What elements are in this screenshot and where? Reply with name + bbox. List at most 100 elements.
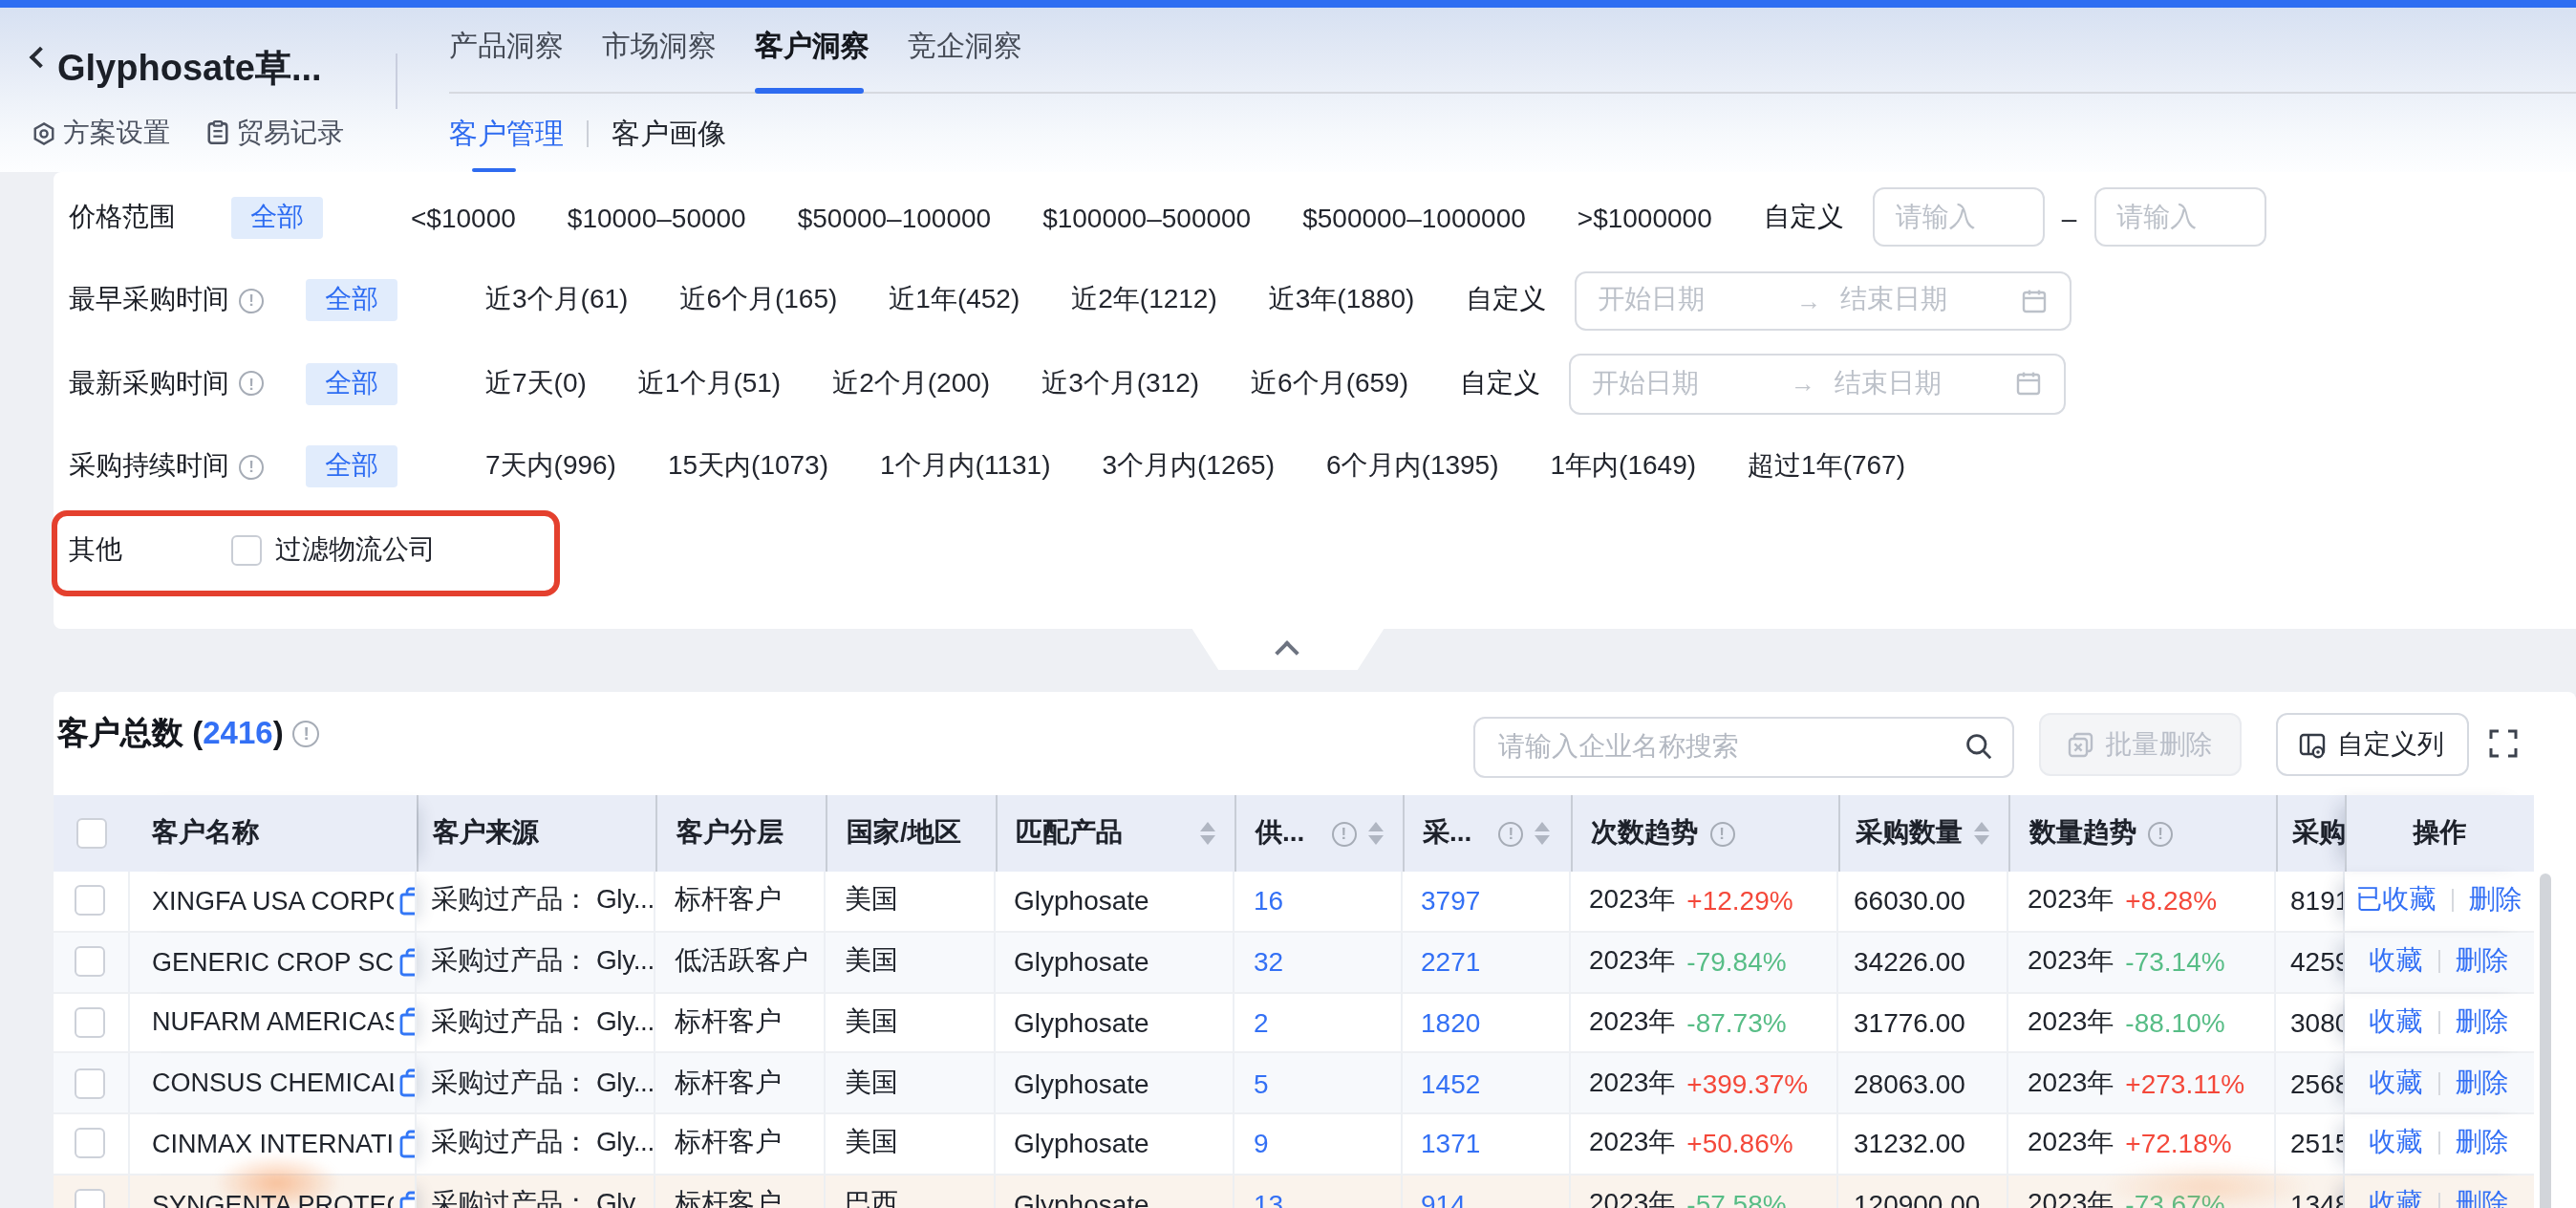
- fullscreen-icon[interactable]: [2488, 727, 2519, 758]
- records-count-link[interactable]: 1452: [1421, 1068, 1480, 1098]
- copy-icon[interactable]: [398, 887, 416, 916]
- col-header-suppliers[interactable]: 供...!: [1234, 795, 1402, 872]
- filter-option[interactable]: 近3年(1880): [1269, 284, 1415, 318]
- action-link[interactable]: 删除: [2456, 1187, 2509, 1208]
- row-checkbox[interactable]: [75, 1129, 106, 1159]
- action-link[interactable]: 收藏: [2370, 944, 2423, 979]
- sort-carets-icon[interactable]: [1535, 822, 1550, 845]
- col-header-qty[interactable]: 采购数量: [1838, 795, 2008, 872]
- filter-option[interactable]: $10000–50000: [568, 203, 746, 233]
- search-icon[interactable]: [1964, 732, 1993, 761]
- records-count-link[interactable]: 2271: [1421, 946, 1480, 977]
- sort-carets-icon[interactable]: [1974, 822, 1989, 845]
- copy-icon[interactable]: [398, 947, 416, 976]
- filter-option[interactable]: 7天内(996): [485, 450, 616, 485]
- date-range-picker[interactable]: 开始日期→结束日期: [1575, 270, 2071, 331]
- suppliers-count-link[interactable]: 32: [1254, 946, 1283, 977]
- filter-option[interactable]: 1个月内(1131): [880, 450, 1050, 485]
- suppliers-count-link[interactable]: 5: [1254, 1068, 1269, 1098]
- filter-option[interactable]: 超过1年(767): [1748, 450, 1905, 485]
- records-count-link[interactable]: 3797: [1421, 886, 1480, 917]
- custom-columns-button[interactable]: 自定义列: [2275, 713, 2468, 776]
- customer-name[interactable]: XINGFA USA CORPO: [152, 887, 393, 916]
- filter-option[interactable]: 近1个月(51): [638, 367, 781, 401]
- filter-option[interactable]: <$10000: [411, 203, 516, 233]
- tab-2[interactable]: 客户洞察: [755, 28, 869, 64]
- customer-name[interactable]: CONSUS CHEMICAL: [152, 1068, 393, 1097]
- action-link[interactable]: 收藏: [2370, 1005, 2423, 1040]
- filter-option[interactable]: 近6个月(165): [679, 284, 837, 318]
- action-link[interactable]: 删除: [2456, 1005, 2509, 1040]
- max-price-input[interactable]: 请输入: [2093, 188, 2265, 248]
- row-checkbox[interactable]: [75, 1068, 106, 1098]
- action-link[interactable]: 已收藏: [2356, 884, 2436, 918]
- filter-option[interactable]: >$1000000: [1578, 203, 1712, 233]
- vertical-scrollbar[interactable]: [2539, 874, 2550, 1208]
- row-checkbox[interactable]: [75, 886, 106, 917]
- filter-option[interactable]: 近6个月(659): [1251, 367, 1408, 401]
- min-price-input[interactable]: 请输入: [1873, 188, 2045, 248]
- customer-name[interactable]: GENERIC CROP SCI: [152, 947, 393, 976]
- filter-option[interactable]: $50000–100000: [798, 203, 991, 233]
- filter-option[interactable]: $100000–500000: [1042, 203, 1251, 233]
- row-checkbox[interactable]: [75, 946, 106, 977]
- filter-option-selected[interactable]: 全部: [306, 363, 397, 405]
- customer-name[interactable]: SYNGENTA PROTEC: [152, 1190, 393, 1208]
- tab-1[interactable]: 市场洞察: [602, 28, 717, 64]
- suppliers-count-link[interactable]: 13: [1254, 1189, 1283, 1208]
- suppliers-count-link[interactable]: 9: [1254, 1129, 1269, 1159]
- filter-option[interactable]: $500000–1000000: [1302, 203, 1526, 233]
- suppliers-count-link[interactable]: 2: [1254, 1007, 1269, 1038]
- filter-option-selected[interactable]: 全部: [231, 197, 323, 239]
- action-link[interactable]: 删除: [2456, 1066, 2509, 1100]
- action-link[interactable]: 收藏: [2370, 1066, 2423, 1100]
- batch-delete-button[interactable]: 批量删除: [2038, 713, 2242, 776]
- filter-option[interactable]: 近3个月(61): [485, 284, 628, 318]
- sort-carets-icon[interactable]: [1367, 822, 1383, 845]
- filter-option[interactable]: 近3个月(312): [1041, 367, 1199, 401]
- filter-option-selected[interactable]: 全部: [306, 446, 397, 488]
- sort-carets-icon[interactable]: [1200, 822, 1215, 845]
- filter-custom-option[interactable]: 自定义: [1466, 284, 1546, 318]
- filter-option[interactable]: 近2个月(200): [832, 367, 990, 401]
- records-count-link[interactable]: 914: [1421, 1189, 1466, 1208]
- col-header-product[interactable]: 匹配产品: [995, 795, 1234, 872]
- filter-option[interactable]: 近1年(452): [889, 284, 1020, 318]
- action-link[interactable]: 删除: [2456, 1127, 2509, 1161]
- subtab-0[interactable]: 客户管理: [449, 116, 564, 152]
- copy-icon[interactable]: [398, 1008, 416, 1037]
- copy-icon[interactable]: [398, 1068, 416, 1097]
- tab-0[interactable]: 产品洞察: [449, 28, 564, 64]
- filter-option[interactable]: 3个月内(1265): [1102, 450, 1275, 485]
- customer-name[interactable]: CINMAX INTERNATIO: [152, 1130, 393, 1158]
- filter-logistics-checkbox[interactable]: [231, 535, 262, 566]
- back-icon[interactable]: [30, 46, 52, 68]
- filter-custom-option[interactable]: 自定义: [1460, 367, 1540, 401]
- scheme-settings-link[interactable]: 方案设置: [32, 116, 170, 150]
- filter-option[interactable]: 1年内(1649): [1551, 450, 1697, 485]
- action-link[interactable]: 收藏: [2370, 1187, 2423, 1208]
- copy-icon[interactable]: [398, 1130, 416, 1158]
- tab-3[interactable]: 竞企洞察: [908, 28, 1022, 64]
- copy-icon[interactable]: [398, 1190, 416, 1208]
- records-count-link[interactable]: 1820: [1421, 1007, 1480, 1038]
- filter-custom-option[interactable]: 自定义: [1764, 201, 1844, 235]
- company-search-input[interactable]: 请输入企业名称搜索: [1473, 716, 2014, 777]
- row-checkbox[interactable]: [75, 1007, 106, 1038]
- customer-name[interactable]: NUFARM AMERICAS,: [152, 1008, 393, 1037]
- filter-option[interactable]: 近7天(0): [485, 367, 587, 401]
- filter-option[interactable]: 近2年(1212): [1071, 284, 1217, 318]
- row-checkbox[interactable]: [75, 1189, 106, 1208]
- select-all-checkbox[interactable]: [76, 818, 107, 849]
- filter-option[interactable]: 6个月内(1395): [1326, 450, 1499, 485]
- action-link[interactable]: 删除: [2469, 884, 2522, 918]
- action-link[interactable]: 收藏: [2370, 1127, 2423, 1161]
- date-range-picker[interactable]: 开始日期→结束日期: [1569, 354, 2065, 414]
- col-header-records[interactable]: 采...!: [1402, 795, 1570, 872]
- filter-option[interactable]: 15天内(1073): [668, 450, 828, 485]
- records-count-link[interactable]: 1371: [1421, 1129, 1480, 1159]
- action-link[interactable]: 删除: [2456, 944, 2509, 979]
- filter-option-selected[interactable]: 全部: [306, 280, 397, 322]
- subtab-1[interactable]: 客户画像: [612, 116, 726, 152]
- suppliers-count-link[interactable]: 16: [1254, 886, 1283, 917]
